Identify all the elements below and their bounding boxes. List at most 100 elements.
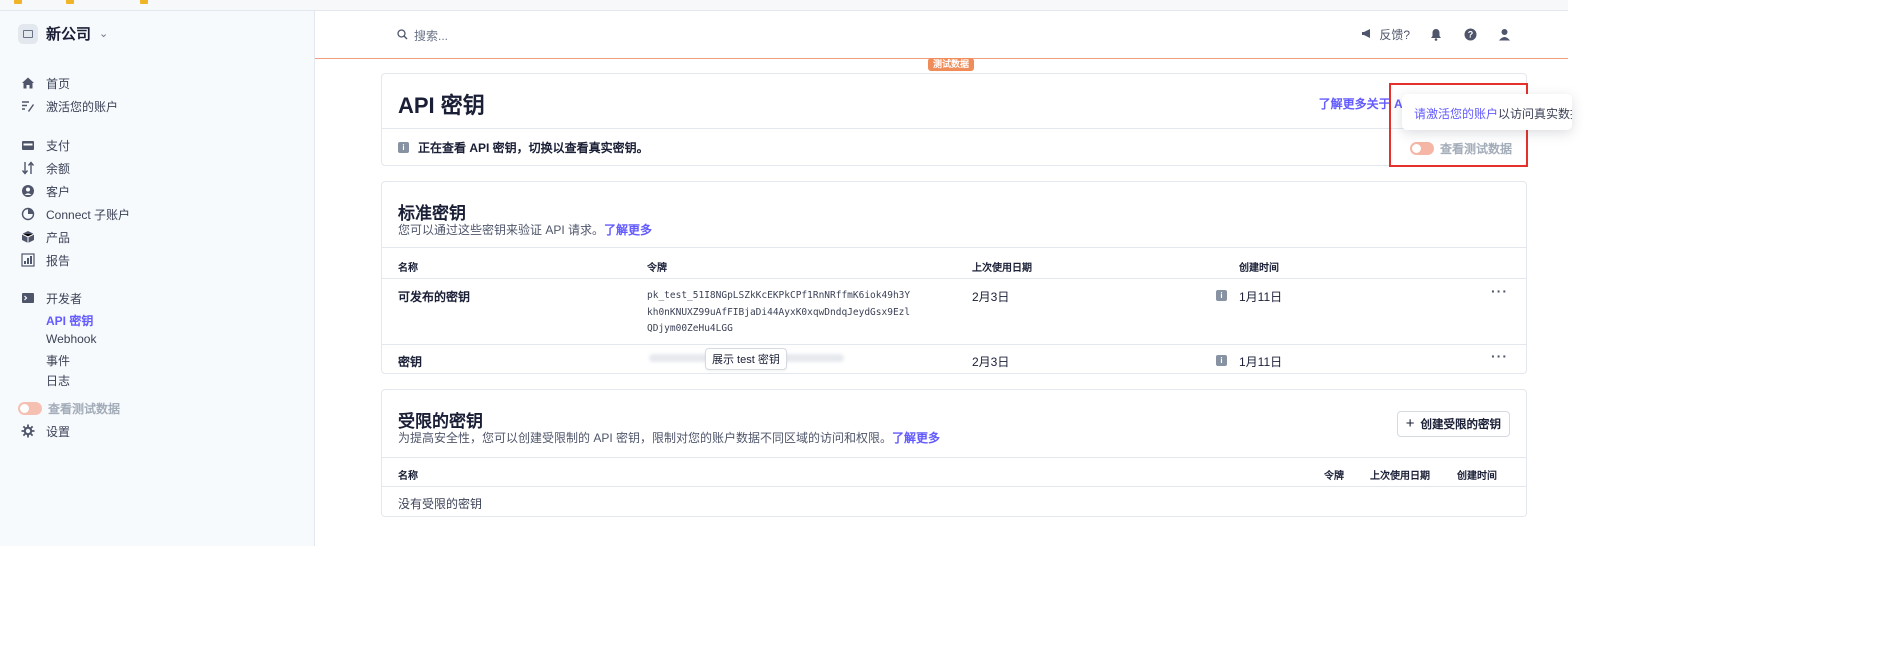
column-header-name: 名称 — [398, 263, 418, 274]
home-icon — [20, 76, 35, 91]
sidebar-item-label: 开发者 — [46, 291, 83, 306]
sidebar-subitem-webhook[interactable]: Webhook — [46, 332, 96, 346]
sidebar-item-label: 报告 — [46, 253, 71, 268]
sidebar-item-label: Connect 子账户 — [46, 207, 131, 222]
wallet-icon — [20, 138, 35, 153]
terminal-icon — [20, 291, 35, 306]
bookmark-icon — [14, 0, 22, 4]
feedback-label: 反馈? — [1379, 28, 1410, 42]
api-keys-header-card: API 密钥 了解更多关于 AI i 正在查看 API 密钥，切换以查看真实密钥… — [381, 73, 1527, 166]
test-data-toggle-label: 查看测试数据 — [48, 401, 121, 416]
activate-account-link[interactable]: 请激活您的账户 — [1414, 107, 1498, 121]
column-header-last-used: 上次使用日期 — [1370, 471, 1430, 482]
sidebar-item-balance[interactable]: 余额 — [20, 159, 70, 177]
sidebar-item-label: 首页 — [46, 76, 71, 91]
customer-icon — [20, 184, 35, 199]
column-header-created: 创建时间 — [1239, 263, 1279, 274]
search-input[interactable]: 搜索... — [414, 27, 448, 44]
edit-icon — [20, 99, 35, 114]
sidebar-item-payments[interactable]: 支付 — [20, 136, 70, 154]
test-data-badge: 测试数据 — [928, 58, 975, 71]
bookmark-icon — [66, 0, 74, 4]
token-line: pk_test_51I8NGpLSZkKcEKPkCPf1RnNRffmK6io… — [647, 290, 911, 301]
divider — [382, 486, 1526, 487]
token-line: kh0nKNUXZ99uAfFIBjaDi44AyxK0xqwDndqJeydG… — [647, 306, 911, 318]
chevron-down-icon: ⌄ — [99, 28, 109, 40]
sidebar-item-reports[interactable]: 报告 — [20, 251, 70, 269]
gear-icon — [20, 424, 35, 439]
sidebar-item-home[interactable]: 首页 — [20, 74, 70, 92]
sidebar-test-data-toggle[interactable]: 查看测试数据 — [18, 399, 120, 417]
help-icon[interactable]: ? — [1462, 27, 1478, 43]
sidebar-item-customers[interactable]: 客户 — [20, 182, 70, 200]
section-subtitle: 为提高安全性，您可以创建受限制的 API 密钥，限制对您的账户数据不同区域的访问… — [398, 429, 940, 446]
test-mode-notice: i 正在查看 API 密钥，切换以查看真实密钥。 — [398, 139, 649, 156]
svg-text:?: ? — [1467, 30, 1473, 40]
top-header: 搜索... 反馈? ? — [315, 11, 1568, 59]
sidebar-subitem-events[interactable]: 事件 — [46, 352, 70, 369]
search-icon — [397, 28, 408, 43]
key-name: 密钥 — [398, 355, 423, 369]
sidebar-item-connect[interactable]: Connect 子账户 — [20, 205, 130, 223]
learn-more-link[interactable]: 了解更多 — [892, 431, 940, 445]
divider — [382, 344, 1526, 345]
store-icon — [18, 23, 38, 44]
company-switcher[interactable]: 新公司 ⌄ — [18, 23, 108, 44]
section-subtitle: 您可以通过这些密钥来验证 API 请求。了解更多 — [398, 221, 652, 238]
company-name: 新公司 — [46, 26, 92, 43]
more-options-icon[interactable]: ··· — [1491, 348, 1508, 364]
browser-bookmark-strip — [0, 0, 1568, 11]
sidebar-item-label: 激活您的账户 — [46, 99, 119, 114]
megaphone-icon — [1361, 28, 1373, 42]
reveal-test-key-button[interactable]: 展示 test 密钥 — [705, 348, 787, 370]
user-icon[interactable] — [1496, 27, 1512, 43]
sidebar: 新公司 ⌄ 首页 激活您的账户 支付 余额 客户 Connect 子账户 产品 … — [0, 11, 315, 546]
sidebar-item-label: 产品 — [46, 230, 71, 245]
bookmark-icon — [140, 0, 148, 4]
info-icon[interactable]: i — [1216, 290, 1227, 301]
test-data-toggle-switch[interactable] — [18, 401, 42, 415]
connect-icon — [20, 207, 35, 222]
create-restricted-key-button[interactable]: + 创建受限的密钥 — [1396, 411, 1510, 437]
sidebar-item-label: 支付 — [46, 138, 71, 153]
search-bar[interactable]: 搜索... — [397, 27, 448, 44]
plus-icon: + — [1405, 415, 1415, 432]
column-header-created: 创建时间 — [1457, 471, 1497, 482]
notice-text: 正在查看 API 密钥，切换以查看真实密钥。 — [418, 141, 649, 155]
sidebar-subitem-api-keys[interactable]: API 密钥 — [46, 312, 93, 329]
info-icon[interactable]: i — [1216, 355, 1227, 366]
last-used-date: 2月3日 — [972, 355, 1010, 369]
token-line: QDjym00ZeHu4LGG — [647, 323, 733, 334]
subtitle-text: 为提高安全性，您可以创建受限制的 API 密钥，限制对您的账户数据不同区域的访问… — [398, 431, 893, 445]
sidebar-subitem-logs[interactable]: 日志 — [46, 372, 70, 389]
learn-more-link[interactable]: 了解更多 — [604, 223, 652, 237]
box-icon — [20, 230, 35, 245]
feedback-button[interactable]: 反馈? — [1361, 26, 1410, 43]
more-options-icon[interactable]: ··· — [1491, 283, 1508, 299]
divider — [382, 278, 1526, 279]
empty-state-text: 没有受限的密钥 — [398, 497, 483, 511]
divider — [382, 247, 1526, 248]
column-header-token: 令牌 — [1324, 471, 1344, 482]
bell-icon[interactable] — [1428, 27, 1444, 43]
sidebar-item-label: 余额 — [46, 161, 71, 176]
sidebar-item-settings[interactable]: 设置 — [20, 422, 70, 440]
key-name: 可发布的密钥 — [398, 290, 471, 304]
divider — [382, 128, 1526, 129]
sidebar-item-developers[interactable]: 开发者 — [20, 289, 82, 307]
button-label: 创建受限的密钥 — [1420, 419, 1502, 431]
info-icon: i — [398, 142, 409, 153]
tooltip-text: 以访问真实数据 — [1498, 107, 1572, 121]
restricted-keys-card: 受限的密钥 为提高安全性，您可以创建受限制的 API 密钥，限制对您的账户数据不… — [381, 389, 1527, 517]
column-header-last-used: 上次使用日期 — [972, 263, 1032, 274]
transfer-icon — [20, 161, 35, 176]
created-date: 1月11日 — [1239, 290, 1283, 304]
chart-icon — [20, 253, 35, 268]
created-date: 1月11日 — [1239, 355, 1283, 369]
publishable-key-token[interactable]: pk_test_51I8NGpLSZkKcEKPkCPf1RnNRffmK6io… — [647, 288, 937, 338]
sidebar-item-activate[interactable]: 激活您的账户 — [20, 97, 118, 115]
sidebar-item-products[interactable]: 产品 — [20, 228, 70, 246]
sidebar-item-label: 设置 — [46, 424, 71, 439]
sidebar-item-label: 客户 — [46, 184, 71, 199]
column-header-token: 令牌 — [647, 263, 667, 274]
